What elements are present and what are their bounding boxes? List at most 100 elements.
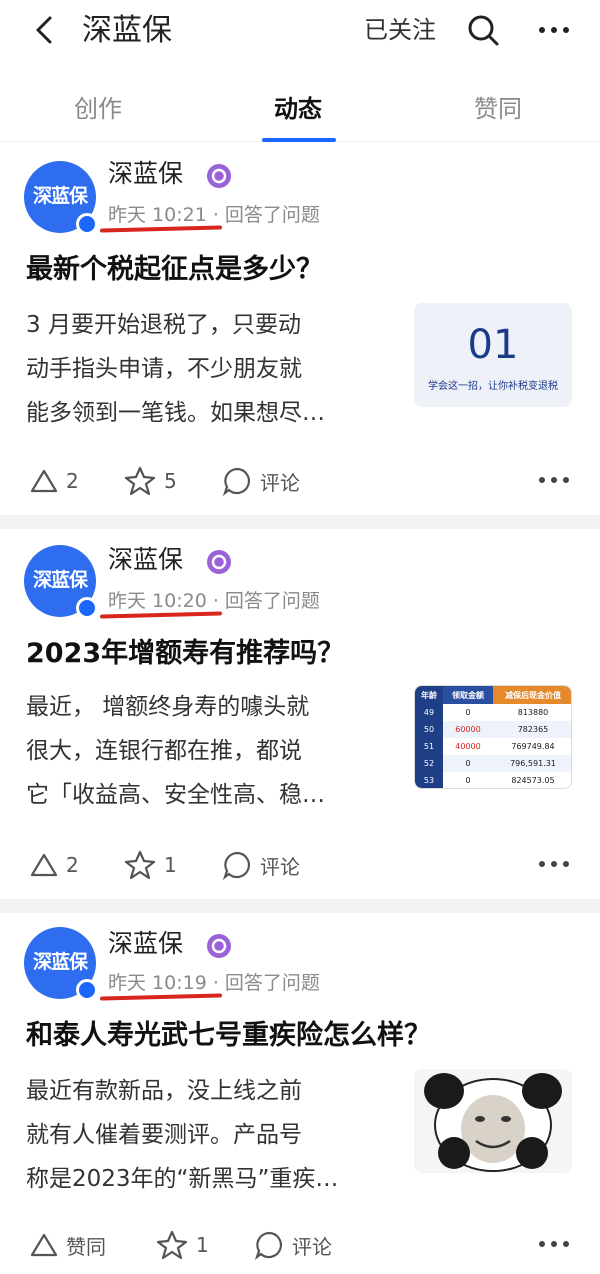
excerpt-line: 称是2023年的“新黑马”重疾… xyxy=(26,1166,339,1192)
creator-level-icon xyxy=(207,164,231,188)
thumbnail-caption: 学会这一招，让你补税变退税 xyxy=(428,381,558,392)
profile-tabs: 创作 动态 赞同 xyxy=(0,72,600,142)
back-arrow-icon[interactable] xyxy=(30,10,60,50)
favorite-button[interactable]: 1 xyxy=(124,845,177,885)
action-bar: 2 1 评论 xyxy=(0,845,600,885)
verified-badge-icon xyxy=(76,597,98,619)
tab-creation[interactable]: 创作 xyxy=(74,92,122,126)
star-icon xyxy=(156,1230,188,1260)
favorite-count: 1 xyxy=(196,1233,209,1257)
card-divider xyxy=(0,515,600,529)
question-title[interactable]: 2023年增额寿有推荐吗？ xyxy=(26,635,344,673)
page-title: 深蓝保 xyxy=(82,13,172,48)
question-title[interactable]: 和泰人寿光武七号重疾险怎么样？ xyxy=(26,1017,431,1055)
comment-icon xyxy=(222,851,251,880)
table-cell: 796,591.31 xyxy=(510,759,556,768)
star-icon xyxy=(124,466,156,496)
data-table: 年龄 领取金额 减保后现金价值 49 0 813880 50 60000 782365 … xyxy=(415,686,571,788)
avatar-logo-text: 深蓝保 xyxy=(32,185,88,207)
post-time: 昨天 10:19 xyxy=(108,972,207,994)
favorite-button[interactable]: 1 xyxy=(156,1225,209,1265)
avatar[interactable]: 深蓝保 xyxy=(24,545,98,619)
answer-excerpt[interactable]: 最近， 增额终身寿的噱头就 很大，连银行都在推，都说 它「收益高、安全性高、稳… xyxy=(26,685,406,817)
answer-excerpt[interactable]: 最近有款新品，没上线之前 就有人催着要测评。产品号 称是2023年的“新黑马”重… xyxy=(26,1069,406,1201)
table-cell: 0 xyxy=(465,776,471,785)
table-cell: 53 xyxy=(415,772,443,788)
comment-button[interactable]: 评论 xyxy=(222,461,300,501)
excerpt-line: 就有人催着要测评。产品号 xyxy=(26,1122,302,1148)
more-icon[interactable] xyxy=(534,849,574,879)
thumbnail-number: 01 xyxy=(467,322,519,368)
tab-activity[interactable]: 动态 xyxy=(274,92,322,126)
upvote-button[interactable]: 2 xyxy=(30,461,79,501)
avatar-logo-text: 深蓝保 xyxy=(32,951,88,973)
favorite-button[interactable]: 5 xyxy=(124,461,177,501)
post-action: · 回答了问题 xyxy=(212,204,320,226)
table-cell: 60000 xyxy=(455,725,481,734)
excerpt-line: 最近有款新品，没上线之前 xyxy=(26,1078,302,1104)
excerpt-line: 很大，连银行都在推，都说 xyxy=(26,738,302,764)
tab-upvoted[interactable]: 赞同 xyxy=(474,92,522,126)
action-bar: 赞同 1 评论 xyxy=(0,1225,600,1265)
active-tab-indicator xyxy=(262,138,336,142)
comment-label: 评论 xyxy=(260,854,300,879)
table-cell: 51 xyxy=(415,738,443,755)
more-icon[interactable] xyxy=(534,1229,574,1259)
table-header: 减保后现金价值 xyxy=(493,686,571,704)
answer-excerpt[interactable]: 3 月要开始退税了，只要动 动手指头申请，不少朋友就 能多领到一笔钱。如果想尽… xyxy=(26,303,406,435)
upvote-count: 2 xyxy=(66,469,79,493)
upvote-button[interactable]: 赞同 xyxy=(30,1225,106,1265)
avatar[interactable]: 深蓝保 xyxy=(24,161,98,235)
table-header: 年龄 xyxy=(415,686,443,704)
comment-button[interactable]: 评论 xyxy=(254,1225,332,1265)
upvote-button[interactable]: 2 xyxy=(30,845,79,885)
table-cell: 824573.05 xyxy=(511,776,555,785)
table-cell: 0 xyxy=(465,759,471,768)
table-cell: 813880 xyxy=(517,708,549,717)
verified-badge-icon xyxy=(76,213,98,235)
excerpt-line: 3 月要开始退税了，只要动 xyxy=(26,312,301,338)
feed-card[interactable]: 深蓝保 深蓝保 昨天 10:20 · 回答了问题 2023年增额寿有推荐吗？ 最… xyxy=(0,529,600,899)
excerpt-line: 能多领到一笔钱。如果想尽… xyxy=(26,400,325,426)
comment-icon xyxy=(222,467,251,496)
post-thumbnail-meme[interactable] xyxy=(414,1069,572,1173)
excerpt-line: 它「收益高、安全性高、稳… xyxy=(26,782,325,808)
verified-badge-icon xyxy=(76,979,98,1001)
author-name[interactable]: 深蓝保 xyxy=(108,157,183,191)
action-bar: 2 5 评论 xyxy=(0,461,600,501)
followed-button[interactable]: 已关注 xyxy=(364,12,436,48)
avatar-logo-text: 深蓝保 xyxy=(32,569,88,591)
table-cell: 40000 xyxy=(455,742,481,751)
more-icon[interactable] xyxy=(534,465,574,495)
post-thumbnail-table[interactable]: 年龄 领取金额 减保后现金价值 49 0 813880 50 60000 782365 … xyxy=(414,685,572,789)
excerpt-line: 动手指头申请，不少朋友就 xyxy=(26,356,302,382)
feed-card[interactable]: 深蓝保 深蓝保 昨天 10:19 · 回答了问题 和泰人寿光武七号重疾险怎么样？… xyxy=(0,913,600,1274)
panda-meme-image xyxy=(414,1069,572,1173)
creator-level-icon xyxy=(207,934,231,958)
author-name[interactable]: 深蓝保 xyxy=(108,543,183,577)
author-name[interactable]: 深蓝保 xyxy=(108,927,183,961)
upvote-label: 赞同 xyxy=(66,1234,106,1259)
excerpt-line: 最近， 增额终身寿的噱头就 xyxy=(26,694,310,720)
post-time: 昨天 10:20 xyxy=(108,590,207,612)
upvote-icon xyxy=(30,853,58,877)
post-action: · 回答了问题 xyxy=(212,972,320,994)
comment-label: 评论 xyxy=(260,470,300,495)
feed-card[interactable]: 深蓝保 深蓝保 昨天 10:21 · 回答了问题 最新个税起征点是多少？ 3 月… xyxy=(0,143,600,515)
avatar[interactable]: 深蓝保 xyxy=(24,927,98,1001)
post-action: · 回答了问题 xyxy=(212,590,320,612)
comment-icon xyxy=(254,1231,283,1260)
top-bar: 深蓝保 已关注 xyxy=(0,0,600,72)
search-icon[interactable] xyxy=(466,12,500,48)
table-cell: 50 xyxy=(415,721,443,738)
post-thumbnail[interactable]: 01 学会这一招，让你补税变退税 xyxy=(414,303,572,407)
upvote-count: 2 xyxy=(66,853,79,877)
favorite-count: 5 xyxy=(164,469,177,493)
question-title[interactable]: 最新个税起征点是多少？ xyxy=(26,251,323,289)
star-icon xyxy=(124,850,156,880)
creator-level-icon xyxy=(207,550,231,574)
more-icon[interactable] xyxy=(534,12,574,48)
comment-label: 评论 xyxy=(292,1234,332,1259)
table-cell: 769749.84 xyxy=(511,742,555,751)
comment-button[interactable]: 评论 xyxy=(222,845,300,885)
